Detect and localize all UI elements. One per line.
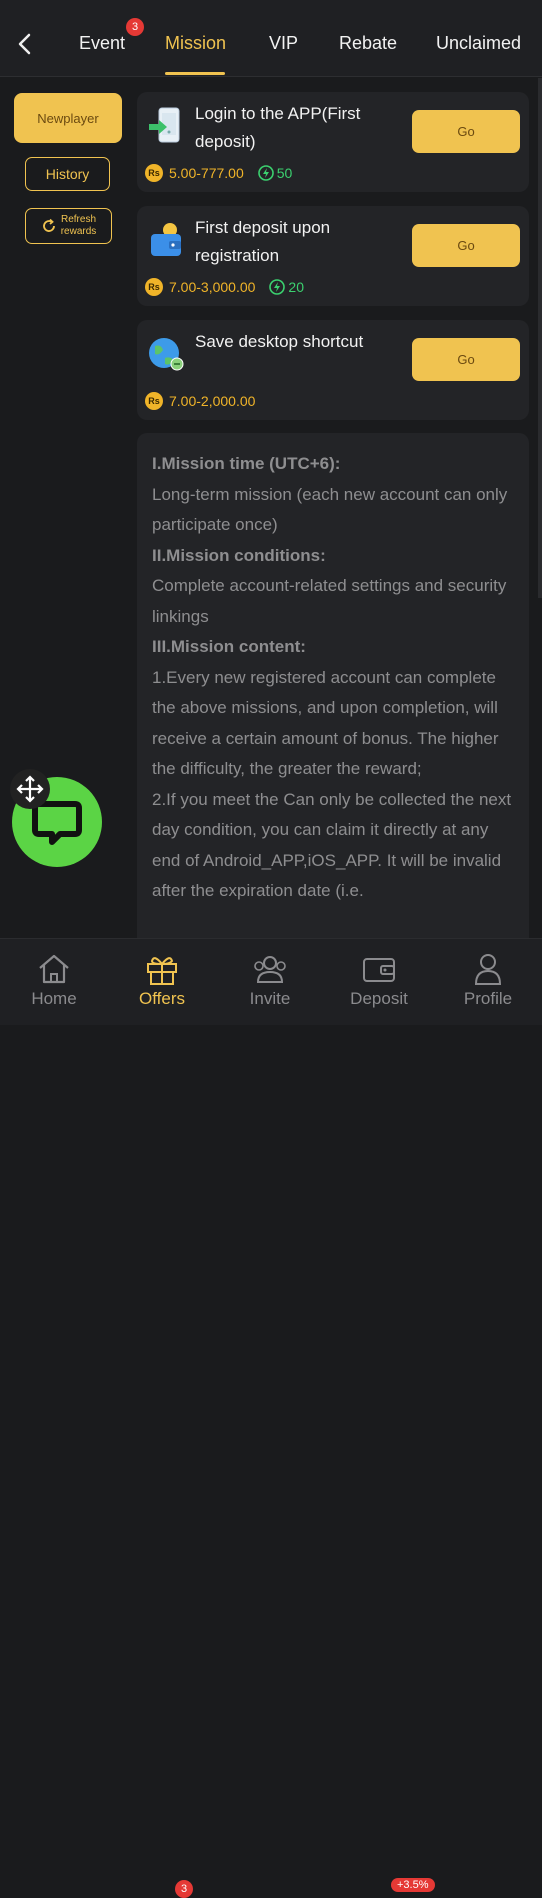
history-button[interactable]: History <box>25 157 110 191</box>
event-badge: 3 <box>126 18 144 36</box>
scrollbar[interactable] <box>538 78 542 598</box>
rules-text-content-1: 1.Every new registered account can compl… <box>152 667 499 779</box>
rules-heading-time: I.Mission time (UTC+6): <box>152 454 341 473</box>
tab-vip[interactable]: VIP <box>269 33 298 54</box>
lightning-icon <box>269 279 286 295</box>
refresh-rewards-button[interactable]: Refresh rewards <box>25 208 112 244</box>
points: 20 <box>269 279 304 295</box>
offers-badge: 3 <box>175 1880 193 1898</box>
home-icon <box>39 954 69 984</box>
globe-link-icon <box>149 338 184 371</box>
nav-invite[interactable]: Invite <box>216 939 324 1025</box>
back-button[interactable] <box>12 28 36 60</box>
mission-title: Save desktop shortcut <box>195 332 364 351</box>
rules-text-content-2: 2.If you meet the Can only be collected … <box>152 789 512 901</box>
tab-unclaimed[interactable]: Unclaimed <box>436 33 521 54</box>
nav-profile[interactable]: Profile <box>434 939 542 1025</box>
top-tab-bar: Event 3 Mission VIP Rebate Unclaimed <box>0 0 542 77</box>
rupee-coin-icon: Rs <box>145 164 163 182</box>
wallet-coin-icon <box>151 223 181 256</box>
mission-card-login-app: Login to the APP(First deposit) Go Rs 5.… <box>137 92 529 192</box>
users-icon <box>254 956 286 983</box>
tab-rebate[interactable]: Rebate <box>339 33 397 54</box>
points: 50 <box>257 165 292 181</box>
rupee-coin-icon: Rs <box>145 392 163 410</box>
lightning-icon <box>257 165 274 181</box>
mission-reward: Rs 7.00-3,000.00 20 <box>145 278 304 296</box>
newplayer-button[interactable]: Newplayer <box>14 93 122 143</box>
rules-heading-conditions: II.Mission conditions: <box>152 545 326 565</box>
move-arrows-icon <box>16 775 44 803</box>
user-icon <box>474 954 502 985</box>
rules-heading-content: III.Mission content: <box>152 637 306 656</box>
rules-text-conditions: Complete account-related settings and se… <box>152 576 507 626</box>
active-tab-indicator <box>165 72 225 75</box>
nav-deposit[interactable]: Deposit <box>325 939 433 1025</box>
rupee-coin-icon: Rs <box>145 278 163 296</box>
mission-rules: I.Mission time (UTC+6): Long-term missio… <box>137 433 529 953</box>
phone-deposit-icon <box>149 107 180 143</box>
deposit-bonus-badge: +3.5% <box>391 1878 435 1892</box>
gift-icon <box>147 957 177 985</box>
nav-home[interactable]: Home <box>0 939 108 1025</box>
nav-offers[interactable]: Offers <box>108 939 216 1025</box>
bottom-navigation: Home Offers 3 Invite Deposit +3.5% Profi… <box>0 938 542 1898</box>
mission-reward: Rs 5.00-777.00 50 <box>145 164 292 182</box>
mission-card-desktop-shortcut: Save desktop shortcut Go Rs 7.00-2,000.0… <box>137 320 529 420</box>
mission-reward: Rs 7.00-2,000.00 <box>145 392 255 410</box>
go-button[interactable]: Go <box>412 224 520 267</box>
mission-title: Login to the APP(First deposit) <box>195 104 361 151</box>
chevron-left-icon <box>18 33 31 55</box>
tab-mission[interactable]: Mission <box>165 33 226 54</box>
go-button[interactable]: Go <box>412 110 520 153</box>
rules-text-time: Long-term mission (each new account can … <box>152 484 508 535</box>
mission-title: First deposit upon registration <box>195 218 331 265</box>
reward-amount: 5.00-777.00 <box>169 165 244 181</box>
mission-card-first-deposit: First deposit upon registration Go Rs 7.… <box>137 206 529 306</box>
refresh-icon <box>42 218 55 232</box>
tab-event[interactable]: Event <box>79 33 125 54</box>
drag-handle[interactable] <box>10 769 50 809</box>
reward-amount: 7.00-2,000.00 <box>169 393 256 409</box>
wallet-icon <box>363 958 395 982</box>
reward-amount: 7.00-3,000.00 <box>169 279 256 295</box>
go-button[interactable]: Go <box>412 338 520 381</box>
